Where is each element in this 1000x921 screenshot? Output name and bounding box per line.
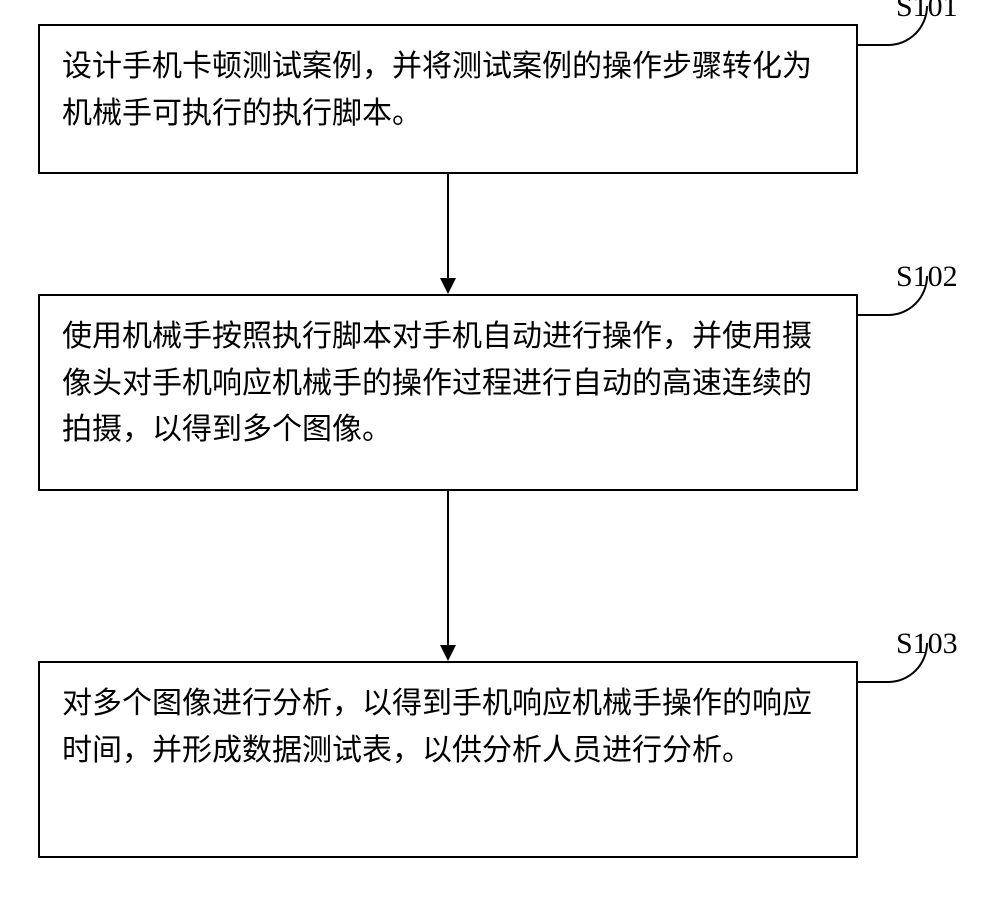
step-text-s102: 使用机械手按照执行脚本对手机自动进行操作，并使用摄像头对手机响应机械手的操作过程… — [62, 320, 812, 446]
step-text-s101: 设计手机卡顿测试案例，并将测试案例的操作步骤转化为机械手可执行的执行脚本。 — [62, 50, 812, 130]
step-box-s103: 对多个图像进行分析，以得到手机响应机械手操作的响应时间，并形成数据测试表，以供分… — [38, 661, 858, 858]
arrow-s102-to-s103 — [447, 491, 449, 661]
step-label-s101: S101 — [896, 0, 958, 24]
step-label-s102: S102 — [896, 260, 958, 294]
step-text-s103: 对多个图像进行分析，以得到手机响应机械手操作的响应时间，并形成数据测试表，以供分… — [62, 687, 812, 767]
step-box-s101: 设计手机卡顿测试案例，并将测试案例的操作步骤转化为机械手可执行的执行脚本。 — [38, 24, 858, 174]
step-label-s103: S103 — [896, 627, 958, 661]
step-box-s102: 使用机械手按照执行脚本对手机自动进行操作，并使用摄像头对手机响应机械手的操作过程… — [38, 294, 858, 491]
flowchart-canvas: 设计手机卡顿测试案例，并将测试案例的操作步骤转化为机械手可执行的执行脚本。 S1… — [0, 0, 1000, 921]
arrow-s101-to-s102 — [447, 174, 449, 294]
